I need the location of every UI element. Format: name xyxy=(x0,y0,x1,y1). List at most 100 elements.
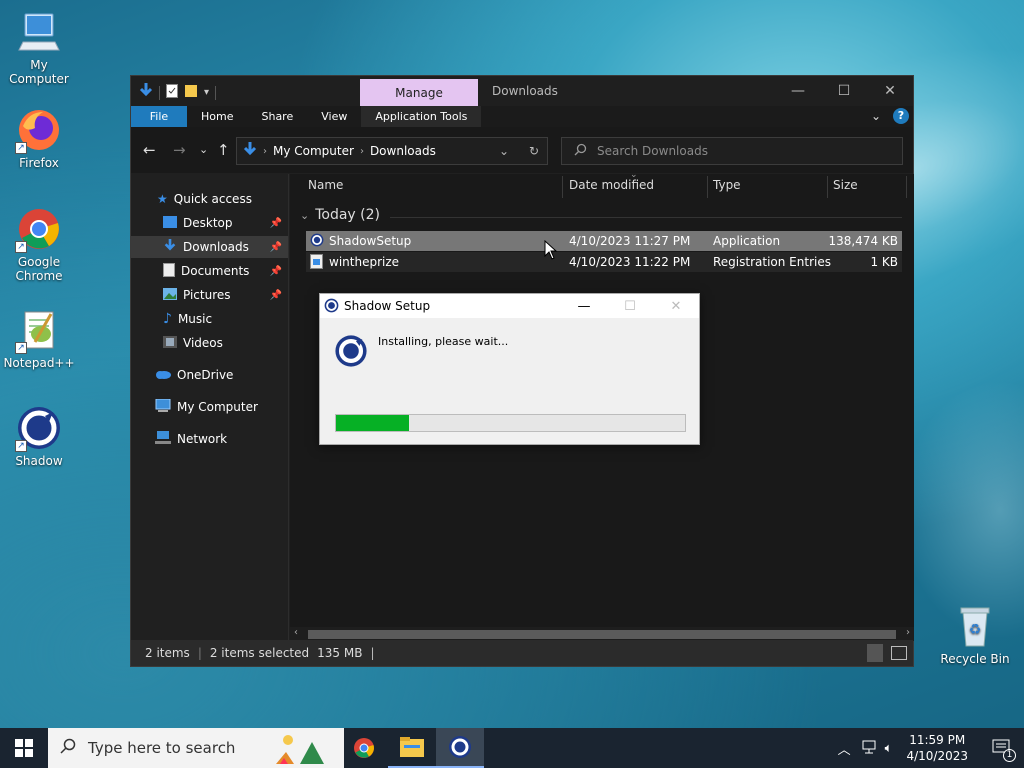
install-message: Installing, please wait... xyxy=(378,335,509,348)
desktop-icon-notepadpp[interactable]: ↗ Notepad++ xyxy=(0,306,78,370)
search-input[interactable] xyxy=(597,144,897,158)
shortcut-arrow-icon: ↗ xyxy=(15,142,27,154)
taskbar-file-explorer-button[interactable] xyxy=(388,728,436,768)
pin-icon[interactable]: 📌 xyxy=(270,266,282,277)
taskbar-clock[interactable]: 11:59 PM 4/10/2023 xyxy=(896,732,978,764)
shadow-app-icon xyxy=(449,736,471,758)
group-header-today[interactable]: ⌄ Today (2) xyxy=(300,207,380,223)
dialog-minimize-button[interactable]: — xyxy=(561,294,607,318)
scroll-right-icon[interactable]: › xyxy=(906,627,910,638)
desktop-icon-my-computer[interactable]: My Computer xyxy=(0,8,78,86)
nav-onedrive[interactable]: OneDrive xyxy=(131,364,288,386)
nav-desktop[interactable]: Desktop 📌 xyxy=(131,212,288,234)
details-view-icon[interactable] xyxy=(867,644,883,662)
chrome-icon: ↗ xyxy=(15,205,63,253)
horizontal-scrollbar[interactable]: ‹ › xyxy=(290,627,914,641)
column-header-type[interactable]: Type xyxy=(713,174,741,196)
tab-file[interactable]: File xyxy=(131,106,187,127)
pin-icon[interactable]: 📌 xyxy=(270,218,282,229)
computer-icon xyxy=(15,8,63,56)
up-arrow-icon[interactable]: ↑ xyxy=(217,141,230,159)
dialog-titlebar[interactable]: Shadow Setup — ☐ ✕ xyxy=(320,294,699,318)
taskbar-shadow-button[interactable] xyxy=(436,728,484,768)
maximize-button[interactable]: ☐ xyxy=(821,76,867,106)
properties-icon[interactable] xyxy=(166,84,178,101)
document-icon xyxy=(163,262,175,280)
window-controls: — ☐ ✕ xyxy=(775,76,913,106)
expand-ribbon-icon[interactable]: ⌄ xyxy=(871,109,881,123)
scrollbar-thumb[interactable] xyxy=(308,630,896,639)
refresh-icon[interactable]: ↻ xyxy=(529,144,539,158)
network-status-icon[interactable] xyxy=(857,740,881,757)
computer-icon xyxy=(155,398,171,416)
address-dropdown-icon[interactable]: ⌄ xyxy=(499,144,509,158)
nav-network[interactable]: Network xyxy=(131,428,288,450)
desktop-icon-shadow[interactable]: ↗ Shadow xyxy=(0,404,78,468)
taskbar-chrome-button[interactable] xyxy=(340,728,388,768)
table-row[interactable]: ShadowSetup 4/10/2023 11:27 PM Applicati… xyxy=(306,231,902,251)
explorer-titlebar[interactable]: ▾ Manage Downloads — ☐ ✕ xyxy=(131,76,913,106)
column-header-date[interactable]: Date modified xyxy=(569,174,654,196)
forward-arrow-icon[interactable]: → xyxy=(173,141,186,159)
tab-share[interactable]: Share xyxy=(247,106,307,127)
nav-quick-access[interactable]: ★ Quick access xyxy=(131,188,288,210)
nav-videos[interactable]: Videos xyxy=(131,332,288,354)
show-hidden-icons-chevron-icon[interactable]: ︿ xyxy=(832,739,857,758)
customize-toolbar-icon[interactable]: ▾ xyxy=(204,87,209,98)
desktop-icon-firefox[interactable]: ↗ Firefox xyxy=(0,106,78,170)
file-type: Application xyxy=(713,234,781,248)
nav-music[interactable]: ♪ Music xyxy=(131,308,288,330)
network-icon xyxy=(155,430,171,448)
tab-home[interactable]: Home xyxy=(187,106,247,127)
desktop-icon-recycle-bin[interactable]: ♻ Recycle Bin xyxy=(936,602,1014,666)
column-divider[interactable] xyxy=(707,176,708,198)
scroll-left-icon[interactable]: ‹ xyxy=(294,627,298,638)
column-header-size[interactable]: Size xyxy=(833,174,858,196)
search-box[interactable] xyxy=(561,137,903,165)
breadcrumb-chevron-icon: › xyxy=(263,145,267,157)
search-icon xyxy=(60,738,76,758)
tab-view[interactable]: View xyxy=(307,106,361,127)
tab-application-tools[interactable]: Application Tools xyxy=(361,106,482,127)
help-icon[interactable]: ? xyxy=(893,108,909,124)
nav-pictures[interactable]: Pictures 📌 xyxy=(131,284,288,306)
music-note-icon: ♪ xyxy=(163,311,172,327)
start-button[interactable] xyxy=(0,728,48,768)
taskbar-search-box[interactable]: Type here to search xyxy=(48,728,344,768)
column-divider[interactable] xyxy=(827,176,828,198)
column-divider[interactable] xyxy=(906,176,907,198)
volume-icon[interactable]: 🔈︎ xyxy=(881,741,897,756)
nav-downloads[interactable]: Downloads 📌 xyxy=(131,236,288,258)
shadow-setup-dialog: Shadow Setup — ☐ ✕ Installing, please wa… xyxy=(319,293,700,445)
taskbar-search-placeholder: Type here to search xyxy=(88,739,236,757)
notepadpp-icon: ↗ xyxy=(15,306,63,354)
column-divider[interactable] xyxy=(562,176,563,198)
desktop-icon-chrome[interactable]: ↗ Google Chrome xyxy=(0,205,78,283)
column-header-name[interactable]: Name xyxy=(308,174,343,196)
nav-label: Quick access xyxy=(173,192,252,206)
dialog-title: Shadow Setup xyxy=(344,299,431,313)
tab-manage[interactable]: Manage xyxy=(360,79,478,106)
nav-label: OneDrive xyxy=(177,368,234,382)
status-divider: | xyxy=(197,646,202,660)
recent-locations-chevron-icon[interactable]: ⌄ xyxy=(199,143,208,156)
new-folder-icon[interactable] xyxy=(184,84,198,101)
breadcrumb-my-computer[interactable]: My Computer xyxy=(273,144,354,158)
notification-center-icon[interactable]: 1 xyxy=(978,739,1024,762)
search-highlight-camping-icon[interactable] xyxy=(272,732,336,768)
back-arrow-icon[interactable]: ← xyxy=(143,141,156,159)
breadcrumb-downloads[interactable]: Downloads xyxy=(370,144,436,158)
pin-icon[interactable]: 📌 xyxy=(270,290,282,301)
nav-my-computer[interactable]: My Computer xyxy=(131,396,288,418)
minimize-button[interactable]: — xyxy=(775,76,821,106)
large-icons-view-icon[interactable] xyxy=(891,646,907,660)
nav-label: Videos xyxy=(183,336,223,350)
desktop-folder-icon xyxy=(163,215,177,231)
file-date: 4/10/2023 11:22 PM xyxy=(569,255,691,269)
table-row[interactable]: wintheprize 4/10/2023 11:22 PM Registrat… xyxy=(306,252,902,272)
nav-documents[interactable]: Documents 📌 xyxy=(131,260,288,282)
close-button[interactable]: ✕ xyxy=(867,76,913,106)
address-bar[interactable]: › My Computer › Downloads ⌄ ↻ xyxy=(236,137,548,165)
video-icon xyxy=(163,335,177,351)
pin-icon[interactable]: 📌 xyxy=(270,242,282,253)
